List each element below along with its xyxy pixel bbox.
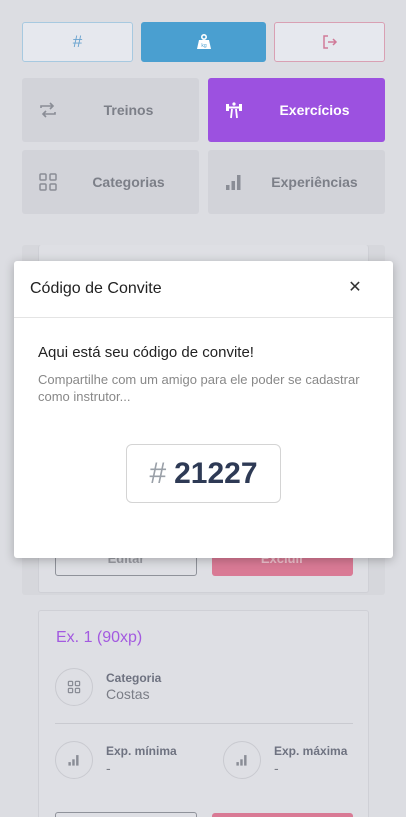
nav-exercicios[interactable]: Exercícios xyxy=(208,78,385,142)
category-value: Costas xyxy=(106,686,150,702)
repeat-icon xyxy=(40,102,56,118)
invite-code-value: 21227 xyxy=(174,456,258,490)
exercise-title: Ex. 1 (90xp) xyxy=(56,629,143,646)
logout-icon xyxy=(322,35,337,49)
grid-icon xyxy=(39,173,57,191)
bar-chart-icon xyxy=(236,755,247,766)
modal-message: Aqui está seu código de convite! xyxy=(38,344,254,361)
exercise-card: Ex. 1 (90xp) Categoria Costas Exp. mínim… xyxy=(38,610,369,817)
weight-button[interactable]: kg xyxy=(141,22,266,62)
modal-title: Código de Convite xyxy=(30,280,162,297)
invite-code-modal: Código de Convite ✕ Aqui está seu código… xyxy=(14,261,393,558)
hash-icon: # xyxy=(149,456,167,490)
exp-min-label: Exp. mínima xyxy=(106,744,177,758)
invite-code-box: # 21227 xyxy=(126,444,281,503)
invite-code-button[interactable]: # xyxy=(22,22,133,62)
grid-icon xyxy=(67,680,81,694)
exp-max-label: Exp. máxima xyxy=(274,744,348,758)
category-icon-circle xyxy=(55,668,93,706)
exp-max-icon-circle xyxy=(223,741,261,779)
bar-chart-icon xyxy=(226,175,241,190)
nav-categorias[interactable]: Categorias xyxy=(22,150,199,214)
close-icon[interactable]: ✕ xyxy=(345,278,365,298)
hash-icon: # xyxy=(72,32,83,51)
svg-text:kg: kg xyxy=(201,43,207,49)
delete-button[interactable] xyxy=(212,813,353,817)
modal-subtext: Compartilhe com um amigo para ele poder … xyxy=(38,372,360,404)
nav-treinos[interactable]: Treinos xyxy=(22,78,199,142)
dumbbell-icon xyxy=(226,102,242,119)
exp-min-value: - xyxy=(106,760,111,776)
modal-divider xyxy=(14,317,393,318)
category-label: Categoria xyxy=(106,671,162,685)
bar-chart-icon xyxy=(68,755,79,766)
divider xyxy=(55,723,353,724)
weight-icon: kg xyxy=(196,33,211,49)
exp-min-icon-circle xyxy=(55,741,93,779)
logout-button[interactable] xyxy=(274,22,385,62)
exp-max-value: - xyxy=(274,760,279,776)
edit-button[interactable] xyxy=(55,812,197,817)
nav-experiencias[interactable]: Experiências xyxy=(208,150,385,214)
